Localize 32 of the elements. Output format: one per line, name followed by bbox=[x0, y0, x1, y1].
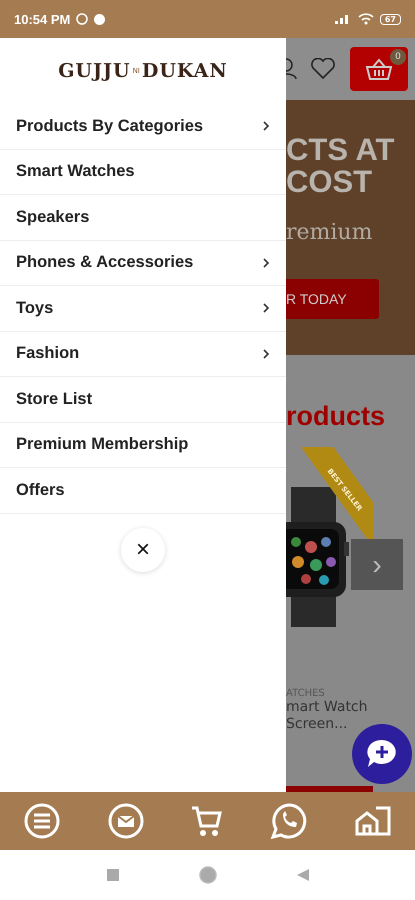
logo-text: DUKAN bbox=[142, 60, 228, 82]
banner-title: COST bbox=[286, 166, 374, 198]
mail-icon[interactable] bbox=[106, 802, 145, 840]
recents-icon[interactable] bbox=[106, 869, 118, 881]
battery-icon: 67 bbox=[380, 14, 401, 24]
product-name: Screen... bbox=[286, 716, 348, 733]
user-icon bbox=[286, 57, 298, 81]
next-button[interactable]: › bbox=[351, 539, 403, 590]
menu-icon[interactable] bbox=[22, 802, 61, 840]
wifi-icon bbox=[358, 13, 374, 25]
chevron-right-icon bbox=[262, 302, 270, 314]
chevron-right-icon bbox=[262, 348, 270, 360]
product-name: mart Watch bbox=[286, 699, 368, 716]
back-icon[interactable] bbox=[296, 869, 308, 881]
status-time: 10:54 PM bbox=[14, 12, 70, 26]
cart-count: 0 bbox=[390, 49, 406, 65]
home-icon[interactable] bbox=[198, 866, 216, 884]
heart-icon[interactable] bbox=[310, 58, 336, 80]
banner-subtitle: remium bbox=[286, 220, 374, 245]
banner-title: CTS AT bbox=[286, 134, 396, 166]
cart-button[interactable]: 0 bbox=[350, 47, 408, 91]
section-title: roducts bbox=[286, 401, 386, 432]
circle-icon bbox=[94, 14, 106, 24]
close-button[interactable]: × bbox=[121, 528, 165, 572]
store-icon[interactable] bbox=[354, 804, 392, 838]
chevron-right-icon bbox=[262, 120, 270, 132]
cart-icon[interactable] bbox=[190, 804, 224, 838]
order-button[interactable]: R TODAY bbox=[286, 279, 379, 319]
basket-icon bbox=[365, 58, 393, 80]
chevron-right-icon bbox=[262, 256, 270, 269]
logo-text: GUJJU bbox=[58, 60, 131, 82]
whatsapp-icon[interactable] bbox=[270, 802, 308, 840]
